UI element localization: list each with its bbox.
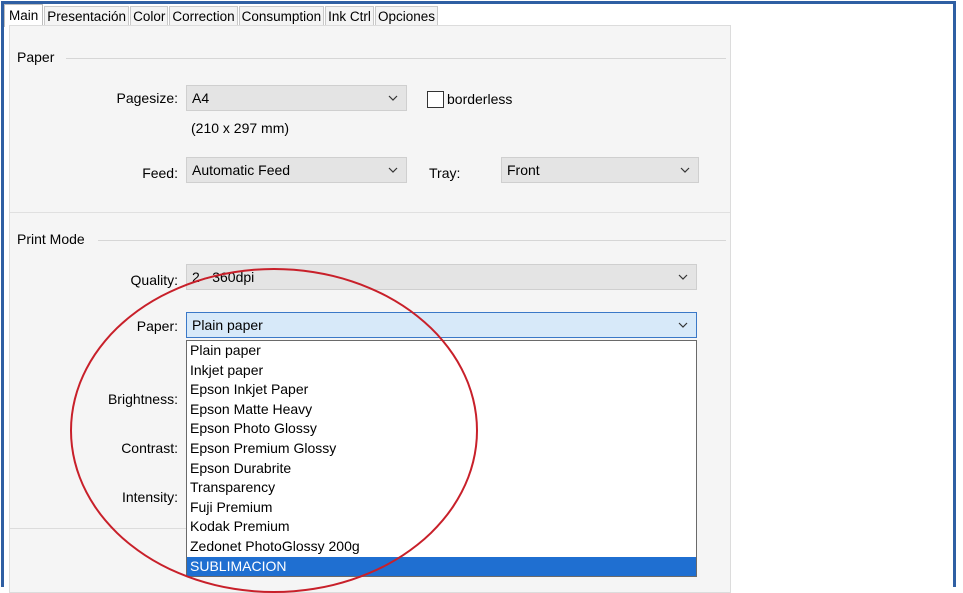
quality-label: Quality: [130,272,178,288]
list-item[interactable]: Epson Matte Heavy [187,400,696,420]
quality-select[interactable]: 2 - 360dpi [186,264,697,290]
print-mode-group-divider [98,240,726,241]
pagesize-dimensions: (210 x 297 mm) [191,120,290,136]
tab-opciones[interactable]: Opciones [374,6,438,27]
list-item[interactable]: Fuji Premium [187,498,696,518]
list-item[interactable]: Epson Inkjet Paper [187,380,696,400]
list-item[interactable]: Plain paper [187,341,696,361]
paper-type-dropdown-list: Plain paper Inkjet paper Epson Inkjet Pa… [186,340,697,577]
list-item-selected[interactable]: SUBLIMACION [187,556,696,577]
list-item[interactable]: Epson Premium Glossy [187,439,696,459]
list-item[interactable]: Kodak Premium [187,517,696,537]
tray-label: Tray: [429,165,461,181]
feed-label: Feed: [142,165,178,181]
tab-presentacion[interactable]: Presentación [44,6,130,27]
chevron-down-icon [676,265,690,289]
contrast-label: Contrast: [121,440,178,456]
print-mode-group-title: Print Mode [17,231,85,247]
list-item[interactable]: Epson Photo Glossy [187,419,696,439]
tab-color[interactable]: Color [130,6,169,27]
paper-group-divider [66,58,726,59]
chevron-down-icon [678,158,692,182]
tray-value: Front [507,162,540,178]
brightness-label: Brightness: [107,391,178,407]
tray-select[interactable]: Front [501,157,699,183]
paper-type-select[interactable]: Plain paper [186,312,697,338]
list-item[interactable]: Inkjet paper [187,361,696,381]
borderless-checkbox[interactable] [427,91,444,108]
list-item[interactable]: Transparency [187,478,696,498]
chevron-down-icon [386,86,400,110]
tab-consumption[interactable]: Consumption [238,6,325,27]
tab-ink-ctrl[interactable]: Ink Ctrl [325,6,374,27]
paper-type-value: Plain paper [192,317,263,333]
borderless-label[interactable]: borderless [447,91,512,107]
pagesize-label: Pagesize: [116,90,178,106]
paper-type-label: Paper: [136,318,178,334]
feed-value: Automatic Feed [192,162,291,178]
bottom-separator [10,528,186,529]
chevron-down-icon [386,158,400,182]
pagesize-select[interactable]: A4 [186,85,407,111]
pagesize-value: A4 [192,90,210,106]
tab-correction[interactable]: Correction [169,6,238,27]
paper-group-title: Paper [17,49,55,65]
tab-main[interactable]: Main [4,4,44,27]
list-item[interactable]: Zedonet PhotoGlossy 200g [187,537,696,557]
intensity-label: Intensity: [121,489,178,505]
section-separator [10,212,730,213]
quality-value: 2 - 360dpi [192,269,255,285]
chevron-down-icon [676,313,690,337]
feed-select[interactable]: Automatic Feed [186,157,407,183]
tab-strip: Main Presentación Color Correction Consu… [4,4,439,27]
list-item[interactable]: Epson Durabrite [187,459,696,479]
